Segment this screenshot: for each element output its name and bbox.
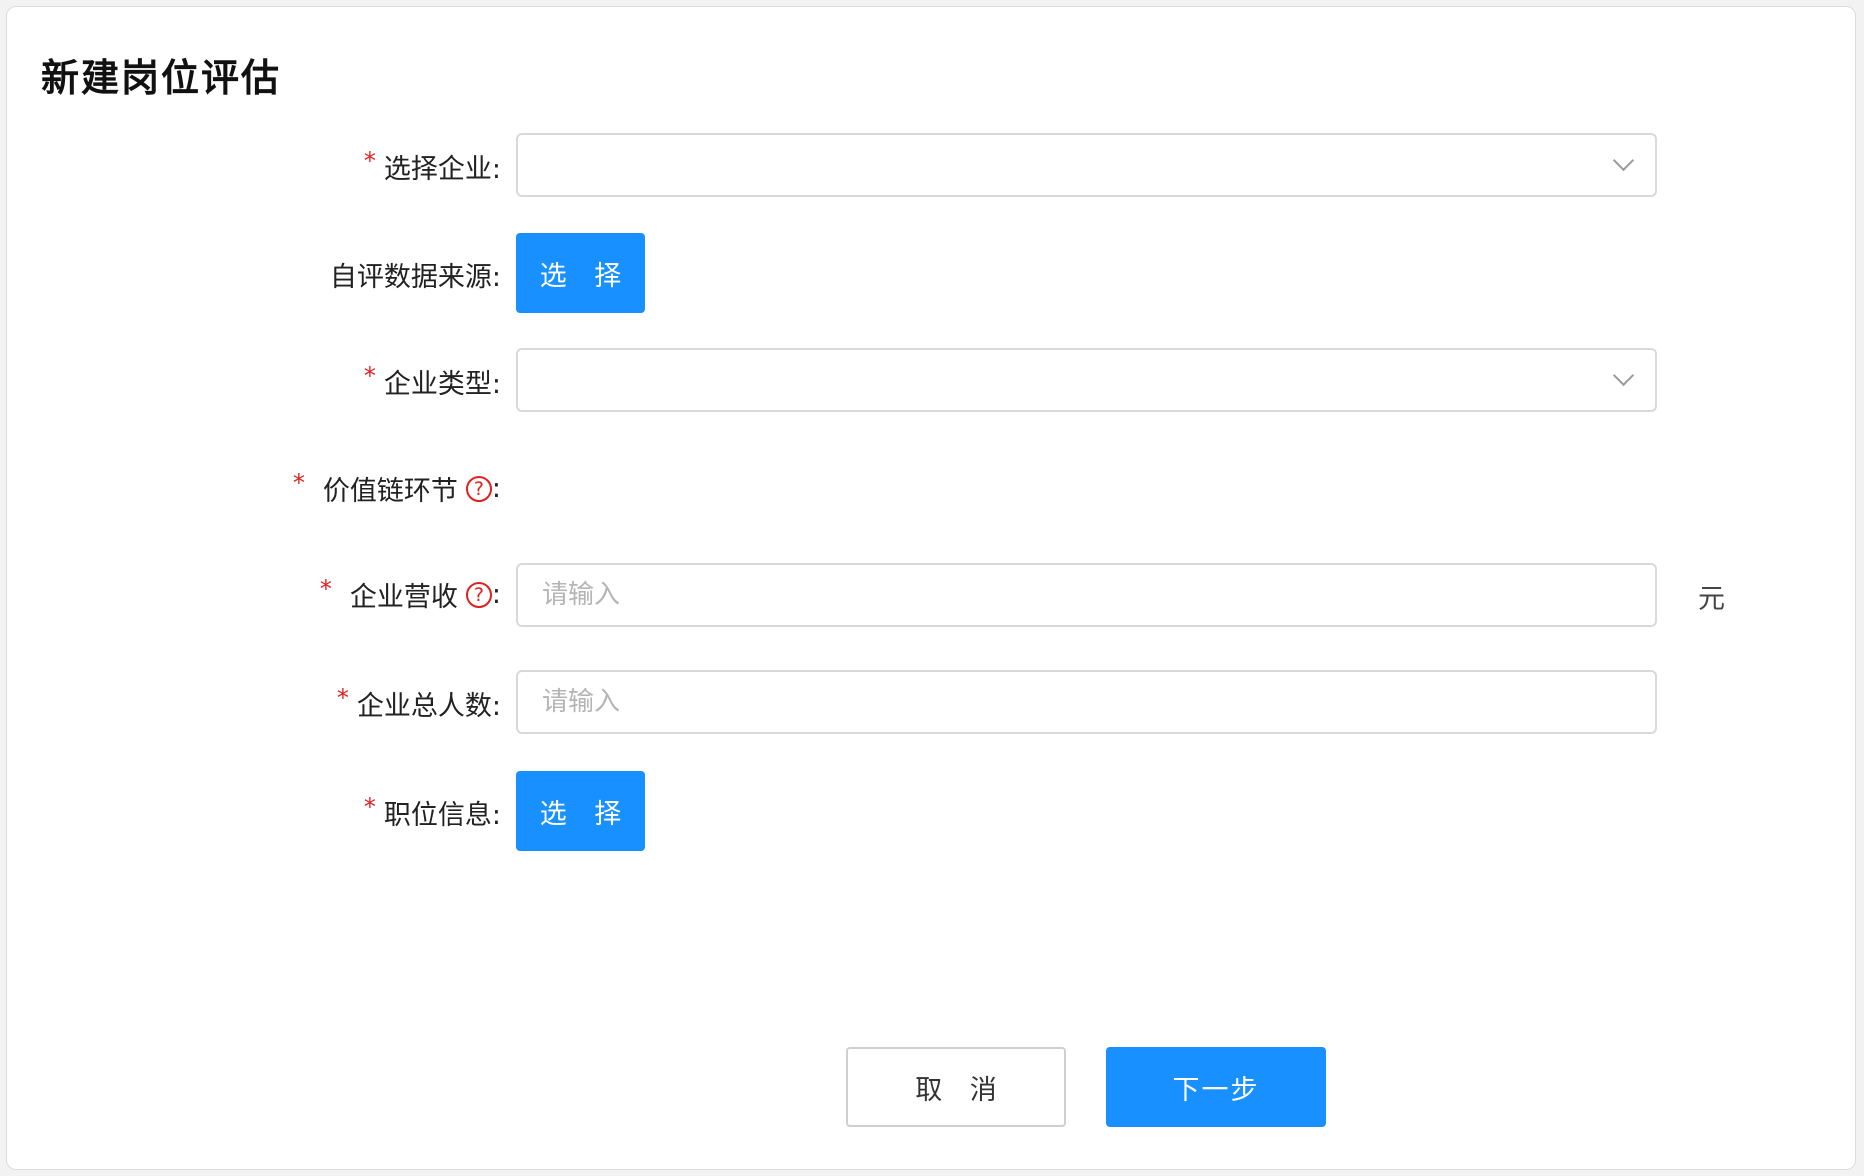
headcount-input[interactable] (518, 672, 1655, 732)
company-type-label-text: 企业类型: (383, 369, 501, 400)
revenue-input-wrapper (516, 563, 1657, 627)
headcount-input-wrapper (516, 670, 1657, 734)
headcount-label-text: 企业总人数: (356, 691, 501, 722)
question-circle-icon[interactable]: ? (465, 581, 492, 608)
value-chain-row: * 价值链环节 ? : (7, 469, 1855, 509)
required-mark: * (363, 361, 376, 390)
headcount-label: * 企业总人数: (337, 684, 501, 723)
cancel-button[interactable]: 取 消 (846, 1047, 1066, 1127)
position-info-label: * 职位信息: (364, 793, 501, 832)
revenue-row: * 企业营收 ? : 元 (7, 563, 1855, 627)
company-label: * 选择企业: (364, 147, 501, 186)
value-chain-colon: : (491, 473, 501, 504)
next-step-button[interactable]: 下一步 (1106, 1047, 1326, 1127)
self-eval-source-label-text: 自评数据来源: (329, 262, 501, 293)
position-info-label-text: 职位信息: (383, 800, 501, 831)
page-title: 新建岗位评估 (41, 56, 282, 100)
required-mark: * (319, 574, 332, 603)
required-mark: * (363, 146, 376, 175)
value-chain-label-text: 价值链环节 (322, 476, 458, 507)
headcount-row: * 企业总人数: (7, 670, 1855, 734)
revenue-colon: : (491, 579, 501, 610)
revenue-unit: 元 (1698, 584, 1725, 615)
company-select[interactable] (516, 133, 1657, 197)
required-mark: * (336, 683, 349, 712)
self-eval-source-select-button[interactable]: 选 择 (516, 233, 645, 313)
company-type-label: * 企业类型: (364, 362, 501, 401)
revenue-label: * 企业营收 ? : (320, 575, 501, 614)
position-info-row: * 职位信息: 选 择 (7, 771, 1855, 851)
revenue-input[interactable] (518, 565, 1655, 625)
self-eval-source-label: 自评数据来源: (330, 255, 501, 294)
company-type-select[interactable] (516, 348, 1657, 412)
revenue-label-text: 企业营收 (349, 582, 458, 613)
chevron-down-icon (1612, 364, 1635, 387)
self-eval-source-row: 自评数据来源: 选 择 (7, 233, 1855, 313)
value-chain-label: * 价值链环节 ? : (293, 469, 501, 508)
position-info-select-button[interactable]: 选 择 (516, 771, 645, 851)
form-card: 新建岗位评估 * 选择企业: 自评数据来源: 选 择 * 企业类型: * 价值链… (6, 6, 1856, 1170)
company-row: * 选择企业: (7, 133, 1855, 197)
chevron-down-icon (1612, 149, 1635, 172)
required-mark: * (363, 792, 376, 821)
required-mark: * (292, 468, 305, 497)
company-type-row: * 企业类型: (7, 348, 1855, 412)
company-label-text: 选择企业: (383, 154, 501, 185)
question-circle-icon[interactable]: ? (465, 475, 492, 502)
